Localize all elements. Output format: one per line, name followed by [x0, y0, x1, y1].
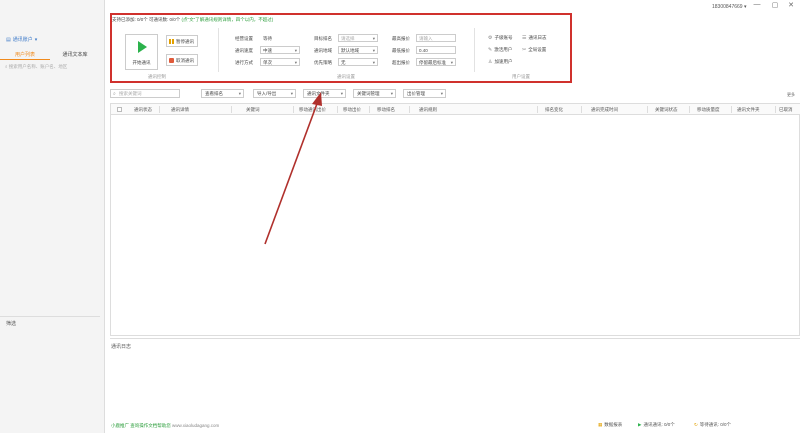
- footer-brand[interactable]: 小鹿推广 查询操作文档帮助您 www.xiaoludagang.com: [111, 423, 219, 429]
- phone-number: 18300847669: [712, 4, 743, 10]
- column-divider: [293, 106, 294, 113]
- footer-url[interactable]: www.xiaoludagang.com: [172, 423, 219, 428]
- column-divider: [159, 106, 160, 113]
- sidebar-tabs: 用户列表 通讯文本库: [0, 50, 100, 60]
- col-mobile-rank[interactable]: 移动排名: [377, 104, 395, 115]
- refresh-icon: ↻: [694, 422, 698, 427]
- play-icon: ▶: [638, 422, 642, 427]
- column-divider: [337, 106, 338, 113]
- sidebar-search-input[interactable]: ⌕ 搜索用户名称、账户名、地区: [5, 64, 67, 70]
- keyword-manage-button[interactable]: 关键词管理: [353, 89, 396, 98]
- column-divider: [647, 106, 648, 113]
- col-quality[interactable]: 移动质量度: [697, 104, 720, 115]
- chevron-down-icon: ▾: [34, 36, 38, 43]
- import-export-button[interactable]: 导入/导出: [253, 89, 296, 98]
- column-divider: [231, 106, 232, 113]
- column-divider: [581, 106, 582, 113]
- col-status[interactable]: 通讯状态: [134, 104, 152, 115]
- col-rule[interactable]: 通讯规则: [419, 104, 437, 115]
- user-phone[interactable]: 18300847669 ▾: [712, 4, 747, 10]
- footer-link[interactable]: 查询操作文档帮助您: [130, 423, 171, 428]
- log-divider[interactable]: [110, 338, 800, 339]
- footer-brand-name: 小鹿推广: [111, 423, 129, 428]
- bid-manage-button[interactable]: 出价管理: [403, 89, 446, 98]
- tab-text-library[interactable]: 通讯文本库: [50, 50, 100, 60]
- account-label: 通讯账户: [12, 37, 33, 43]
- close-button[interactable]: ✕: [786, 1, 796, 9]
- report-status[interactable]: ▦ 数据报表: [598, 422, 622, 428]
- col-cancelled[interactable]: 已取消: [779, 104, 793, 115]
- waiting-status[interactable]: ↻ 等待通讯: 0/0个: [694, 422, 731, 428]
- minimize-button[interactable]: —: [752, 1, 762, 8]
- column-divider: [689, 106, 690, 113]
- waiting-label: 等待通讯: 0/0个: [699, 422, 732, 427]
- maximize-button[interactable]: ▢: [770, 1, 780, 9]
- column-divider: [775, 106, 776, 113]
- column-divider: [537, 106, 538, 113]
- column-divider: [731, 106, 732, 113]
- keyword-table: 通讯状态 通讯详情 关键词 移动通讯出价 移动出价 移动排名 通讯规则 排名变化…: [110, 103, 800, 336]
- column-divider: [369, 106, 370, 113]
- column-divider: [409, 106, 410, 113]
- sidebar-search-placeholder: 搜索用户名称、账户名、地区: [8, 64, 68, 69]
- tab-user-list[interactable]: 用户列表: [0, 50, 50, 60]
- chart-icon: ▦: [598, 422, 603, 427]
- sidebar-divider: [0, 316, 100, 317]
- folder-icon: ▤: [6, 36, 11, 43]
- more-button[interactable]: 更多: [787, 92, 795, 98]
- sidebar: ▤ 通讯账户 ▾ 用户列表 通讯文本库 ⌕ 搜索用户名称、账户名、地区 筛选: [0, 0, 105, 433]
- filter-label[interactable]: 筛选: [6, 320, 16, 327]
- col-folder[interactable]: 通讯文件夹: [737, 104, 760, 115]
- account-selector[interactable]: ▤ 通讯账户 ▾: [6, 36, 38, 44]
- col-keyword[interactable]: 关键词: [246, 104, 260, 115]
- col-mobile-price[interactable]: 移动出价: [343, 104, 361, 115]
- running-status[interactable]: ▶ 通讯通讯: 0/0个: [638, 422, 675, 428]
- keyword-search-placeholder: 搜索关键词: [119, 91, 142, 96]
- col-rank-change[interactable]: 排名变化: [545, 104, 563, 115]
- keyword-search-input[interactable]: 搜索关键词: [110, 89, 180, 98]
- col-finish-time[interactable]: 通讯完成时间: [591, 104, 618, 115]
- chevron-down-icon: ▾: [743, 4, 747, 10]
- view-rank-button[interactable]: 查看排名: [201, 89, 244, 98]
- select-all-checkbox[interactable]: [117, 107, 122, 112]
- folder-button[interactable]: 通讯文件夹: [303, 89, 346, 98]
- search-icon: ⌕: [5, 64, 8, 69]
- report-label: 数据报表: [604, 422, 623, 427]
- highlight-box: [110, 13, 572, 83]
- col-keyword-status[interactable]: 关键词状态: [655, 104, 678, 115]
- log-title: 通讯日志: [111, 344, 132, 350]
- col-detail[interactable]: 通讯详情: [171, 104, 189, 115]
- table-header: 通讯状态 通讯详情 关键词 移动通讯出价 移动出价 移动排名 通讯规则 排名变化…: [111, 104, 800, 115]
- running-label: 通讯通讯: 0/0个: [643, 422, 675, 427]
- col-mobile-bid[interactable]: 移动通讯出价: [299, 104, 326, 115]
